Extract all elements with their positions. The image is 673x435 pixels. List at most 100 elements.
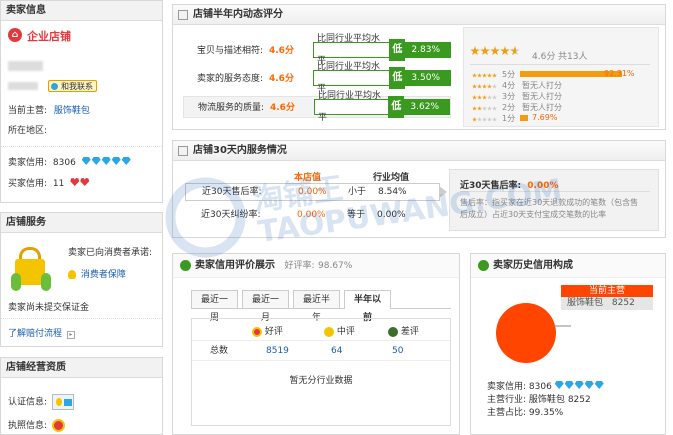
service-row-aftersale[interactable]: 近30天售后率: 0.00% 小于 8.54% <box>185 183 440 201</box>
dist-label: 3分 <box>502 92 516 101</box>
aftersale-label: 近30天售后率: <box>202 187 262 197</box>
shop-service-title: 店铺服务 <box>1 213 162 233</box>
star-icon <box>482 106 487 111</box>
service-row-dispute[interactable]: 近30天纠纷率: 0.00% 等于 0.00% <box>185 207 440 225</box>
col-shop-header: 本店值 <box>294 173 322 183</box>
dist-row[interactable]: 2分 暂无人打分 <box>472 102 652 112</box>
col-industry-header: 行业均值 <box>373 173 410 183</box>
location-label: 所在地区: <box>8 126 48 136</box>
star-icon <box>482 117 487 122</box>
user-icon <box>180 260 191 271</box>
history-credit-diamonds[interactable] <box>554 381 605 392</box>
consumer-guarantee-link[interactable]: 消费者保障 <box>81 270 126 280</box>
dsr-percent: 3.50% <box>405 71 450 85</box>
detail-value: 0.00% <box>527 181 559 191</box>
tab-before-half-year[interactable]: 半年以前 <box>344 290 391 323</box>
seller-credit-value: 8306 <box>52 158 76 168</box>
good-rate-label: 好评率: <box>284 261 315 271</box>
shop-name-blurred <box>8 61 43 71</box>
history-credit-row: 卖家信用: 8306 <box>487 381 605 394</box>
star-icon <box>492 106 497 111</box>
star-icon <box>477 117 482 122</box>
dist-label: 1分 <box>502 114 516 123</box>
promise-text: 卖家已向消费者承诺: <box>68 248 153 258</box>
dist-label: 5分 <box>502 70 516 79</box>
dist-label: 4分 <box>502 81 516 90</box>
star-icon <box>477 106 482 111</box>
good-total-link[interactable]: 8519 <box>266 341 289 361</box>
arrow-right-icon[interactable]: ▸ <box>66 331 75 339</box>
detail-text: 售后率：指买家在近30天退款成功的笔数（包含售后成立）占近30天支付宝成交笔数的… <box>460 198 639 219</box>
total-label: 总数 <box>210 346 229 356</box>
dsr-level: 低 <box>389 39 406 61</box>
dsr-label: 卖家的服务态度: <box>197 74 264 84</box>
seller-credit-row: 卖家信用: 8306 <box>8 155 132 168</box>
detail-title: 近30天售后率: <box>460 181 522 191</box>
contact-button[interactable]: 和我联系 <box>48 80 97 92</box>
aftersale-compare: 小于 <box>348 187 367 197</box>
tab-last-half-year[interactable]: 最近半年 <box>293 290 340 323</box>
dist-value: 暂无人打分 <box>522 81 562 90</box>
good-review-icon <box>252 326 262 337</box>
tab-last-week[interactable]: 最近一周 <box>191 290 238 323</box>
seller-credit-label: 卖家信用: <box>8 158 48 168</box>
dist-row[interactable]: 1分 7.69% <box>472 113 652 123</box>
dsr-title: 店铺半年内动态评分 <box>193 9 283 20</box>
dist-value: 暂无人打分 <box>522 103 562 112</box>
cert-row: 认证信息: <box>8 394 74 410</box>
main-business-label: 当前主营: <box>8 106 48 116</box>
seller-credit-diamonds[interactable] <box>81 157 132 168</box>
dsr-row[interactable]: 物流服务的质量: 4.6分 比同行业平均水平低 3.62% <box>183 91 451 123</box>
star-icon <box>470 46 480 56</box>
star-icon <box>472 73 477 78</box>
qualification-title: 店铺经营资质 <box>1 358 162 378</box>
shop-id-blurred <box>8 82 38 90</box>
history-industry-row: 主营行业: 服饰鞋包 8252 <box>487 395 591 405</box>
dist-row[interactable]: 4分 暂无人打分 <box>472 80 652 90</box>
shop-service-panel: 店铺服务 卖家已向消费者承诺: 消费者保障 卖家尚未提交保证金 了解赔付流程 ▸ <box>0 212 163 347</box>
tab-last-month[interactable]: 最近一月 <box>242 290 289 323</box>
dsr-score: 4.6分 <box>269 46 294 56</box>
history-share-row: 主营占比: 99.35% <box>487 408 564 418</box>
detail-title-row: 近30天售后率: 0.00% <box>460 178 559 191</box>
dsr-label: 宝贝与描述相符: <box>197 46 264 56</box>
calendar-icon <box>178 146 188 156</box>
license-label: 执照信息: <box>8 421 48 431</box>
dispute-compare: 等于 <box>347 210 366 220</box>
service-detail-box: 近30天售后率: 0.00% 售后率：指买家在近30天退款成功的笔数（包含售后成… <box>449 169 659 231</box>
credit-review-header: 卖家信用评价展示 好评率: 98.67% <box>173 254 459 278</box>
neutral-header: 中评 <box>324 324 355 337</box>
star-icon <box>492 95 497 100</box>
license-badge-icon[interactable] <box>51 419 65 432</box>
dsr-compare-label: 比同行业平均水平 <box>318 91 382 123</box>
star-icon <box>487 84 492 89</box>
dispute-label: 近30天纠纷率: <box>201 210 261 220</box>
dsr-level: 低 <box>388 96 405 118</box>
history-panel: 卖家历史信用构成 当前主营 服饰鞋包 8252 卖家信用: 8306 主营行业:… <box>470 253 666 435</box>
dist-value: 92.31% <box>604 69 635 78</box>
compensation-flow-link[interactable]: 了解赔付流程 <box>8 329 62 339</box>
dsr-compare-box: 比同行业平均水平低 3.50% <box>313 62 451 94</box>
star-icon <box>492 117 497 122</box>
dist-row[interactable]: 5分 92.31% <box>472 69 652 79</box>
qualification-panel: 店铺经营资质 认证信息: 执照信息: <box>0 357 163 435</box>
dsr-title-bar: 店铺半年内动态评分 <box>173 5 665 25</box>
star-icon <box>487 95 492 100</box>
bad-total-link[interactable]: 50 <box>392 341 403 361</box>
star-icon <box>477 73 482 78</box>
star-icon <box>487 73 492 78</box>
dist-label: 2分 <box>502 103 516 112</box>
star-icon <box>482 95 487 100</box>
license-row: 执照信息: <box>8 418 65 432</box>
main-business-link[interactable]: 服饰鞋包 <box>54 106 90 116</box>
neutral-total-link[interactable]: 64 <box>331 341 342 361</box>
dist-row[interactable]: 3分 暂无人打分 <box>472 91 652 101</box>
buyer-credit-row: 买家信用: 11 <box>8 176 90 189</box>
compensation-row: 了解赔付流程 ▸ <box>8 326 75 339</box>
legend-item-row: 服饰鞋包 8252 <box>561 297 653 310</box>
buyer-credit-hearts[interactable] <box>70 178 90 189</box>
cert-badge-icon[interactable] <box>51 394 74 410</box>
seller-info-title: 卖家信息 <box>1 1 162 21</box>
seller-info-panel: 卖家信息 ⌂ 企业店铺 和我联系 当前主营: 服饰鞋包 所在地区: 卖家信用: … <box>0 0 163 203</box>
neutral-review-icon <box>324 326 334 337</box>
